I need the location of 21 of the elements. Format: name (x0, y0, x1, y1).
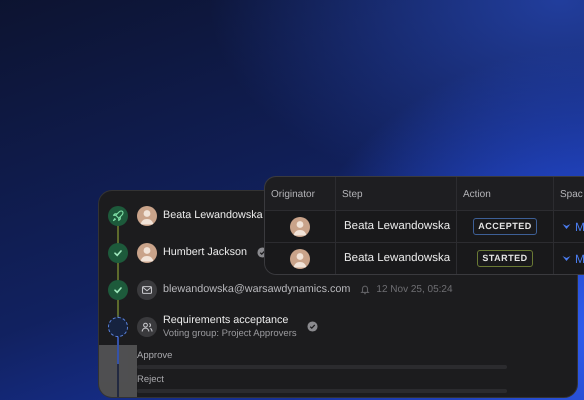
chevron-down-icon (562, 223, 571, 230)
step-subtitle: Voting group: Project Approvers (163, 328, 297, 339)
email-address: blewandowska@warsawdynamics.com (163, 282, 350, 296)
vote-option-label: Approve (137, 350, 172, 361)
vote-option-label: Reject (137, 374, 164, 385)
table-cell-text: Beata Lewandowska (344, 250, 450, 266)
avatar (137, 242, 157, 262)
timestamp: 12 Nov 25, 05:24 (376, 283, 453, 297)
group-icon (137, 316, 157, 336)
person-name: Humbert Jackson (163, 246, 248, 260)
avatar (290, 216, 310, 236)
table-cell-text: Beata Lewandowska (344, 218, 450, 234)
mail-icon (137, 280, 157, 300)
status-badge: ACCEPTED (473, 218, 537, 236)
bell-icon (360, 284, 370, 295)
avatar (137, 206, 157, 226)
step-title: Requirements acceptance (163, 314, 290, 328)
chevron-down-icon (562, 255, 571, 262)
status-badge: STARTED (477, 250, 533, 268)
person-name: Beata Lewandowska (163, 208, 263, 222)
avatar (290, 248, 310, 268)
